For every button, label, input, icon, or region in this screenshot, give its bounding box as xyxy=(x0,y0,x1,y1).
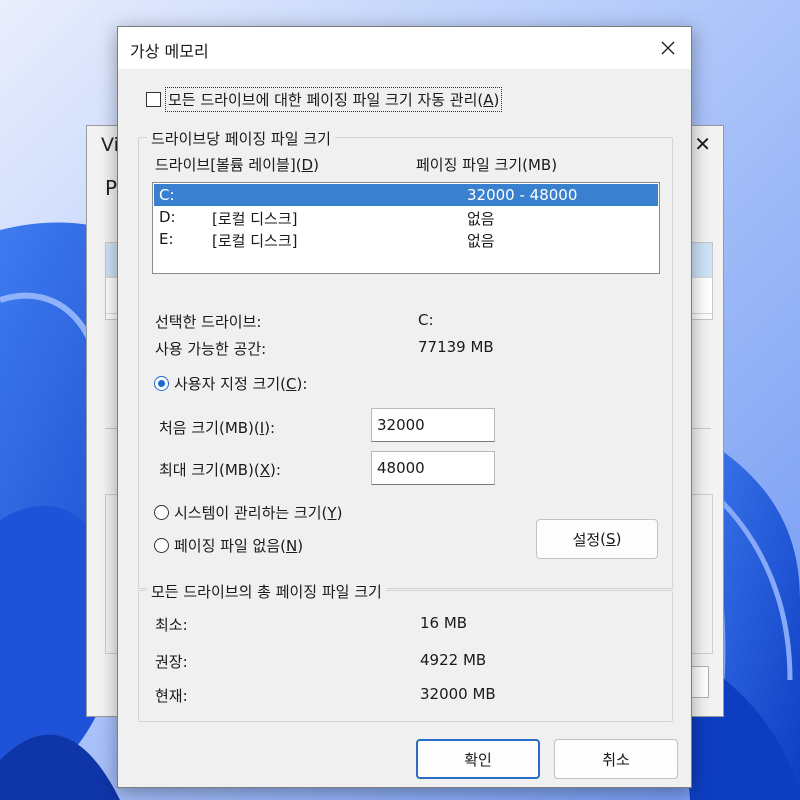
selected-drive-label: 선택한 드라이브: xyxy=(155,313,262,331)
custom-size-radio[interactable] xyxy=(154,376,169,391)
drive-list-item[interactable]: E: [로컬 디스크] 없음 xyxy=(154,228,658,250)
recommended-label: 권장: xyxy=(155,653,188,671)
cancel-button[interactable]: 취소 xyxy=(554,739,678,779)
drive-list-item[interactable]: D: [로컬 디스크] 없음 xyxy=(154,206,658,228)
system-managed-label: 시스템이 관리하는 크기(Y) xyxy=(174,504,343,522)
no-paging-option[interactable]: 페이징 파일 없음(N) xyxy=(154,535,303,556)
initial-size-input[interactable] xyxy=(371,408,495,442)
no-paging-label: 페이징 파일 없음(N) xyxy=(174,537,304,555)
custom-size-option[interactable]: 사용자 지정 크기(C): xyxy=(154,373,307,394)
per-drive-legend: 드라이브당 페이징 파일 크기 xyxy=(147,128,335,149)
virtual-memory-dialog: 가상 메모리 모든 드라이브에 대한 페이징 파일 크기 자동 관리(A) 드라… xyxy=(117,26,692,788)
max-size-input[interactable] xyxy=(371,451,495,485)
no-paging-radio[interactable] xyxy=(154,538,169,553)
recommended-value: 4922 MB xyxy=(420,651,487,669)
close-icon xyxy=(661,41,675,55)
drive-list-item[interactable]: C: 32000 - 48000 xyxy=(154,184,658,206)
current-label: 현재: xyxy=(155,687,188,705)
system-managed-option[interactable]: 시스템이 관리하는 크기(Y) xyxy=(154,502,342,523)
selected-drive-value: C: xyxy=(418,311,434,329)
total-paging-legend: 모든 드라이브의 총 페이징 파일 크기 xyxy=(147,581,386,602)
drive-column-header: 드라이브[볼륨 레이블](D) xyxy=(155,156,319,174)
dialog-titlebar[interactable]: 가상 메모리 xyxy=(118,27,691,69)
background-window-heading: P xyxy=(105,176,118,200)
current-value: 32000 MB xyxy=(420,685,496,703)
initial-size-label: 처음 크기(MB)(I): xyxy=(159,419,276,437)
total-paging-group: 모든 드라이브의 총 페이징 파일 크기 최소: 16 MB 권장: 4922 … xyxy=(138,581,673,722)
auto-manage-label: 모든 드라이브에 대한 페이징 파일 크기 자동 관리(A) xyxy=(165,87,503,112)
dialog-title: 가상 메모리 xyxy=(130,42,209,61)
space-available-value: 77139 MB xyxy=(418,338,494,356)
custom-size-label: 사용자 지정 크기(C): xyxy=(174,375,308,393)
minimum-label: 최소: xyxy=(155,616,188,634)
auto-manage-checkbox[interactable] xyxy=(146,92,161,107)
set-button[interactable]: 설정(S) xyxy=(536,519,658,559)
drive-list[interactable]: C: 32000 - 48000 D: [로컬 디스크] 없음 E: [로컬 디… xyxy=(152,182,660,274)
auto-manage-row[interactable]: 모든 드라이브에 대한 페이징 파일 크기 자동 관리(A) xyxy=(146,87,503,112)
size-column-header: 페이징 파일 크기(MB) xyxy=(416,156,558,174)
close-button[interactable] xyxy=(651,31,685,65)
minimum-value: 16 MB xyxy=(420,614,468,632)
space-available-label: 사용 가능한 공간: xyxy=(155,340,267,358)
max-size-label: 최대 크기(MB)(X): xyxy=(159,461,281,479)
background-close-icon[interactable]: ✕ xyxy=(694,132,711,156)
ok-button[interactable]: 확인 xyxy=(416,739,540,779)
system-managed-radio[interactable] xyxy=(154,505,169,520)
